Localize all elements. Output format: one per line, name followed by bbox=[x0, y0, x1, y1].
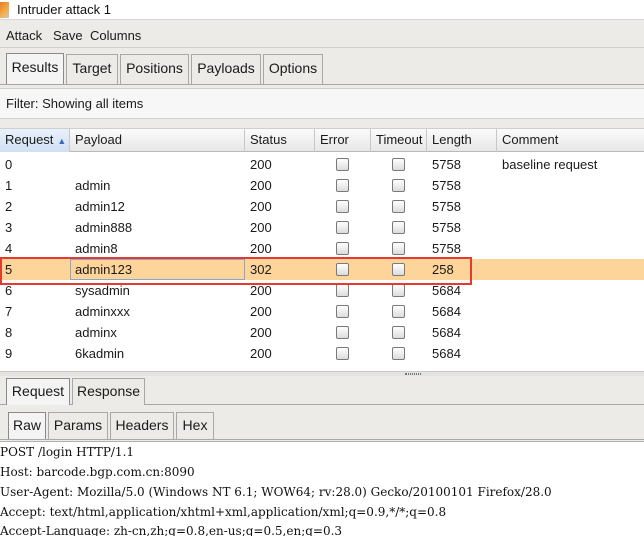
splitter-grip-icon bbox=[405, 373, 421, 375]
cell-status: 200 bbox=[250, 199, 272, 214]
cell-length: 5684 bbox=[432, 325, 461, 340]
pane-splitter[interactable] bbox=[0, 371, 644, 376]
tab-request[interactable]: Request bbox=[6, 378, 70, 405]
menu-save[interactable]: Save bbox=[53, 28, 83, 43]
error-checkbox[interactable] bbox=[336, 179, 349, 192]
cell-status: 200 bbox=[250, 220, 272, 235]
tab-payloads[interactable]: Payloads bbox=[191, 54, 261, 84]
timeout-checkbox[interactable] bbox=[392, 221, 405, 234]
title-bar: Intruder attack 1 bbox=[0, 0, 644, 20]
cell-status: 200 bbox=[250, 325, 272, 340]
table-row[interactable]: 3 admin888 200 5758 bbox=[0, 217, 644, 238]
tab-options[interactable]: Options bbox=[263, 54, 323, 84]
cell-length: 5758 bbox=[432, 199, 461, 214]
table-row[interactable]: 7 adminxxx 200 5684 bbox=[0, 301, 644, 322]
cell-payload: adminx bbox=[75, 325, 117, 340]
cell-request: 2 bbox=[5, 199, 13, 214]
column-header-length[interactable]: Length bbox=[427, 129, 497, 152]
error-checkbox[interactable] bbox=[336, 284, 349, 297]
cell-length: 5758 bbox=[432, 220, 461, 235]
error-checkbox[interactable] bbox=[336, 242, 349, 255]
error-checkbox[interactable] bbox=[336, 326, 349, 339]
window-title: Intruder attack 1 bbox=[17, 2, 111, 17]
table-header: Request ▲ Payload Status Error Timeout Le… bbox=[0, 128, 644, 152]
tab-params[interactable]: Params bbox=[48, 412, 108, 439]
tab-raw[interactable]: Raw bbox=[8, 412, 46, 439]
cell-payload: admin8 bbox=[75, 241, 118, 256]
view-tab-divider bbox=[0, 439, 644, 440]
cell-status: 200 bbox=[250, 157, 272, 172]
sort-ascending-icon: ▲ bbox=[57, 136, 67, 146]
error-checkbox[interactable] bbox=[336, 221, 349, 234]
cell-length: 5684 bbox=[432, 304, 461, 319]
column-header-comment[interactable]: Comment bbox=[497, 129, 644, 152]
timeout-checkbox[interactable] bbox=[392, 242, 405, 255]
timeout-checkbox[interactable] bbox=[392, 179, 405, 192]
timeout-checkbox[interactable] bbox=[392, 305, 405, 318]
tab-row-divider bbox=[0, 84, 644, 85]
cell-length: 5758 bbox=[432, 157, 461, 172]
cell-status: 200 bbox=[250, 304, 272, 319]
raw-line: POST /login HTTP/1.1 bbox=[0, 445, 135, 459]
cell-request: 8 bbox=[5, 325, 13, 340]
column-header-status[interactable]: Status bbox=[245, 129, 315, 152]
cell-length: 5758 bbox=[432, 178, 461, 193]
menu-bar: Attack Save Columns bbox=[0, 23, 644, 48]
error-checkbox[interactable] bbox=[336, 347, 349, 360]
timeout-checkbox[interactable] bbox=[392, 326, 405, 339]
cell-payload: admin bbox=[75, 178, 111, 193]
cell-comment: baseline request bbox=[502, 157, 598, 172]
cell-length: 5758 bbox=[432, 241, 461, 256]
cell-request: 9 bbox=[5, 346, 13, 361]
table-row[interactable]: 1 admin 200 5758 bbox=[0, 175, 644, 196]
cell-request: 3 bbox=[5, 220, 13, 235]
filter-bar[interactable]: Filter: Showing all items bbox=[0, 88, 644, 119]
table-row[interactable]: 0 200 5758 baseline request bbox=[0, 154, 644, 175]
cell-payload: 6kadmin bbox=[75, 346, 125, 361]
filter-label: Filter: Showing all items bbox=[6, 96, 144, 111]
cell-length: 5684 bbox=[432, 346, 461, 361]
cell-request: 7 bbox=[5, 304, 13, 319]
timeout-checkbox[interactable] bbox=[392, 347, 405, 360]
tab-hex[interactable]: Hex bbox=[176, 412, 214, 439]
raw-line: User-Agent: Mozilla/5.0 (Windows NT 6.1;… bbox=[0, 485, 552, 499]
tab-target[interactable]: Target bbox=[66, 54, 118, 84]
menu-columns[interactable]: Columns bbox=[90, 28, 141, 43]
error-checkbox[interactable] bbox=[336, 200, 349, 213]
timeout-checkbox[interactable] bbox=[392, 284, 405, 297]
column-header-request[interactable]: Request ▲ bbox=[0, 129, 70, 152]
tab-results[interactable]: Results bbox=[6, 53, 64, 84]
annotation-highlight-box bbox=[0, 257, 472, 285]
cell-payload: admin888 bbox=[75, 220, 133, 235]
raw-line: Accept: text/html,application/xhtml+xml,… bbox=[0, 505, 447, 519]
error-checkbox[interactable] bbox=[336, 305, 349, 318]
cell-request: 4 bbox=[5, 241, 13, 256]
app-icon bbox=[0, 2, 9, 18]
column-header-timeout[interactable]: Timeout bbox=[371, 129, 427, 152]
tab-response[interactable]: Response bbox=[72, 378, 145, 405]
timeout-checkbox[interactable] bbox=[392, 158, 405, 171]
raw-line: Accept-Language: zh-cn,zh;q=0.8,en-us;q=… bbox=[0, 524, 343, 536]
menu-attack[interactable]: Attack bbox=[6, 28, 42, 43]
cell-request: 1 bbox=[5, 178, 13, 193]
cell-status: 200 bbox=[250, 346, 272, 361]
error-checkbox[interactable] bbox=[336, 158, 349, 171]
cell-status: 200 bbox=[250, 241, 272, 256]
tab-headers[interactable]: Headers bbox=[110, 412, 174, 439]
tab-positions[interactable]: Positions bbox=[120, 54, 189, 84]
column-header-payload[interactable]: Payload bbox=[70, 129, 245, 152]
results-table: Request ▲ Payload Status Error Timeout Le… bbox=[0, 128, 644, 371]
column-header-error[interactable]: Error bbox=[315, 129, 371, 152]
cell-request: 0 bbox=[5, 157, 13, 172]
raw-line: Host: barcode.bgp.com.cn:8090 bbox=[0, 465, 195, 479]
timeout-checkbox[interactable] bbox=[392, 200, 405, 213]
table-row[interactable]: 8 adminx 200 5684 bbox=[0, 322, 644, 343]
table-row[interactable]: 2 admin12 200 5758 bbox=[0, 196, 644, 217]
raw-request-editor[interactable]: POST /login HTTP/1.1 Host: barcode.bgp.c… bbox=[0, 441, 644, 536]
cell-payload: admin12 bbox=[75, 199, 125, 214]
cell-status: 200 bbox=[250, 178, 272, 193]
cell-payload: adminxxx bbox=[75, 304, 130, 319]
table-row[interactable]: 4 admin8 200 5758 bbox=[0, 238, 644, 259]
table-row[interactable]: 9 6kadmin 200 5684 bbox=[0, 343, 644, 364]
